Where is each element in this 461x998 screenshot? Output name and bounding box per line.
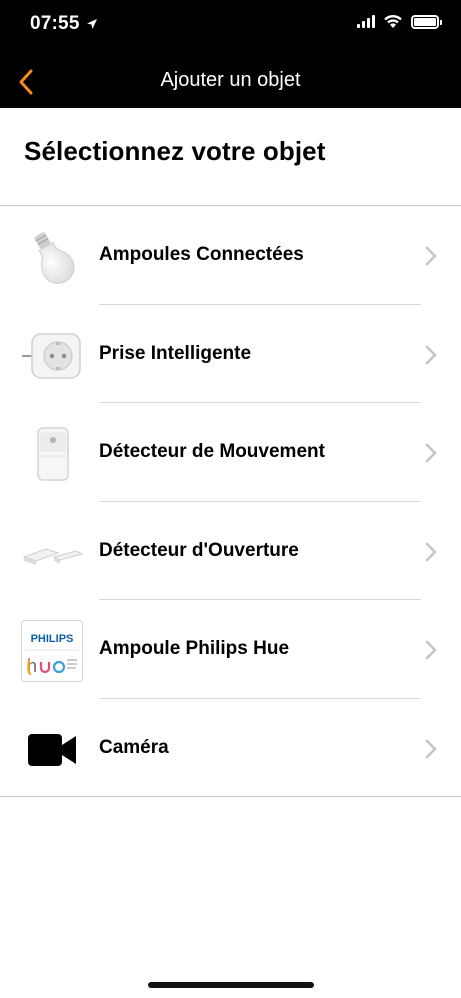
wifi-icon xyxy=(384,14,402,28)
status-time: 07:55 xyxy=(30,13,98,35)
chevron-right-icon xyxy=(425,345,437,364)
time-text: 07:55 xyxy=(30,13,80,34)
list-item-detecteur-de-mouvement[interactable]: Détecteur de Mouvement xyxy=(0,403,461,502)
chevron-right-icon xyxy=(425,443,437,463)
chevron-right-icon xyxy=(425,542,437,561)
list-item-camera[interactable]: Caméra xyxy=(0,699,461,798)
navigation-bar: Ajouter un objet xyxy=(0,56,461,108)
home-indicator[interactable] xyxy=(148,982,314,988)
smart-plug-icon xyxy=(20,324,84,388)
item-label: Prise Intelligente xyxy=(99,342,252,364)
item-label: Ampoules Connectées xyxy=(99,244,304,265)
item-label: Caméra xyxy=(99,736,169,758)
nav-title: Ajouter un objet xyxy=(160,69,301,91)
door-sensor-icon xyxy=(20,521,84,585)
light-bulb-icon xyxy=(20,225,84,289)
status-icons xyxy=(357,14,442,29)
battery-icon xyxy=(411,14,442,29)
top-bar: 07:55 Ajouter un objet xyxy=(0,0,461,108)
divider xyxy=(0,796,461,797)
item-label: Détecteur d'Ouverture xyxy=(99,539,299,561)
chevron-right-icon xyxy=(425,246,437,266)
chevron-right-icon xyxy=(425,739,437,758)
video-camera-icon xyxy=(20,718,84,782)
philips-logo-text: PHILIPS xyxy=(31,633,74,645)
list-item-ampoule-philips-hue[interactable]: PHILIPS h Ampoule Philips Hue xyxy=(0,600,461,699)
list-item-prise-intelligente[interactable]: Prise Intelligente xyxy=(0,305,461,403)
list-item-ampoules-connectees[interactable]: Ampoules Connectées xyxy=(0,206,461,305)
page-title: Sélectionnez votre objet xyxy=(24,136,326,166)
philips-hue-logo: PHILIPS h xyxy=(20,619,84,683)
item-label: Détecteur de Mouvement xyxy=(99,441,325,462)
device-list: Ampoules Connectées Prise Intelligente D… xyxy=(0,206,461,797)
cellular-signal-icon xyxy=(357,15,375,28)
motion-sensor-icon xyxy=(20,422,84,486)
location-arrow-icon xyxy=(86,19,97,29)
chevron-right-icon xyxy=(425,640,437,660)
item-label: Ampoule Philips Hue xyxy=(99,638,290,659)
list-item-detecteur-d-ouverture[interactable]: Détecteur d'Ouverture xyxy=(0,502,461,600)
